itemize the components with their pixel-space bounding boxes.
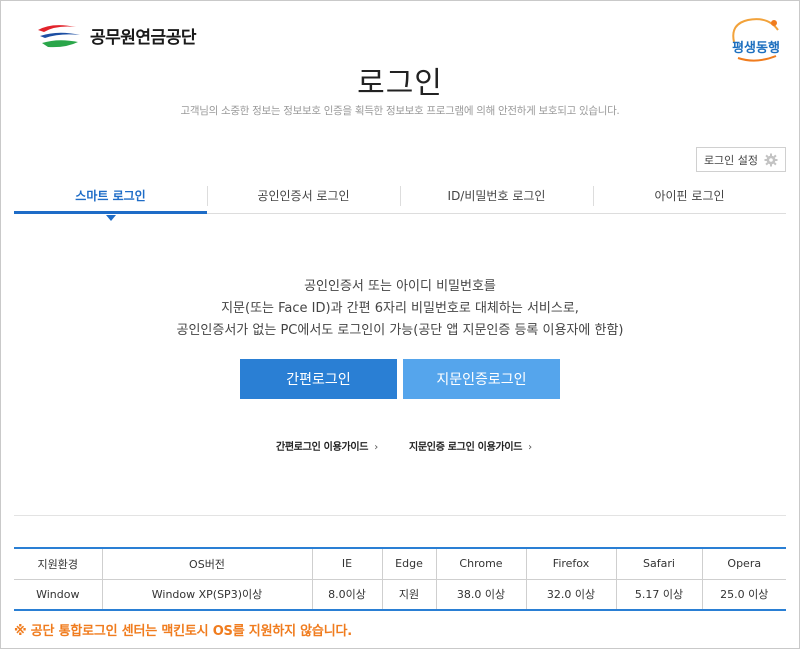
badge-text: 평생동행: [732, 40, 780, 56]
org-logo[interactable]: 공무원연금공단: [36, 21, 196, 49]
guide-label: 간편로그인 이용가이드: [276, 442, 369, 453]
org-emblem-icon: [38, 25, 80, 48]
tab-id-password-login[interactable]: ID/비밀번호 로그인: [400, 182, 593, 213]
table-header-cell: Firefox: [525, 547, 617, 580]
table-cell: 32.0 이상: [525, 578, 617, 611]
chevron-right-icon: ›: [528, 442, 532, 453]
tab-ipin-login[interactable]: 아이핀 로그인: [593, 182, 786, 213]
fingerprint-login-guide-link[interactable]: 지문인증 로그인 이용가이드 ›: [409, 438, 532, 453]
table-cell: 25.0 이상: [701, 578, 786, 611]
table-row: Window Window XP(SP3)이상 8.0이상 지원 38.0 이상…: [14, 578, 786, 611]
tab-smart-login[interactable]: 스마트 로그인: [14, 182, 207, 221]
table-header-row: 지원환경 OS버전 IE Edge Chrome Firefox Safari …: [14, 547, 786, 580]
section-divider: [14, 515, 786, 516]
login-settings-label: 로그인 설정: [703, 153, 759, 167]
login-tabs: 스마트 로그인 공인인증서 로그인 ID/비밀번호 로그인 아이핀 로그인: [14, 182, 786, 221]
table-cell: 5.17 이상: [615, 578, 703, 611]
intro-line: 공인인증서가 없는 PC에서도 로그인이 가능(공단 앱 지문인증 등록 이용자…: [176, 323, 624, 338]
fingerprint-login-button[interactable]: 지문인증로그인: [403, 359, 560, 399]
login-settings-button[interactable]: 로그인 설정: [696, 147, 786, 172]
tab-label: 아이핀 로그인: [654, 189, 725, 203]
tab-label: 스마트 로그인: [75, 189, 146, 203]
tab-label: ID/비밀번호 로그인: [447, 189, 546, 203]
intro-line: 공인인증서 또는 아이디 비밀번호를: [304, 279, 496, 294]
table-cell: 지원: [381, 578, 437, 611]
org-name: 공무원연금공단: [90, 27, 196, 48]
table-cell: Window XP(SP3)이상: [101, 578, 313, 611]
chevron-right-icon: ›: [374, 442, 378, 453]
smart-login-intro: 공인인증서 또는 아이디 비밀번호를 지문(또는 Face ID)과 간편 6자…: [0, 276, 800, 342]
gear-icon: [764, 153, 778, 166]
mac-os-notice: ※ 공단 통합로그인 센터는 맥킨토시 OS를 지원하지 않습니다.: [14, 624, 352, 639]
tab-label: 공인인증서 로그인: [257, 189, 350, 203]
lifetime-companion-badge: 평생동행: [732, 18, 780, 62]
table-cell: 38.0 이상: [435, 578, 527, 611]
table-cell: Window: [14, 578, 103, 611]
active-tab-arrow-icon: [105, 215, 116, 221]
guide-label: 지문인증 로그인 이용가이드: [409, 442, 523, 453]
easy-login-guide-link[interactable]: 간편로그인 이용가이드 ›: [276, 438, 378, 453]
table-cell: 8.0이상: [311, 578, 383, 611]
table-header-cell: Edge: [381, 547, 437, 580]
easy-login-button[interactable]: 간편로그인: [240, 359, 397, 399]
supported-environment-table: 지원환경 OS버전 IE Edge Chrome Firefox Safari …: [14, 547, 786, 611]
page-title: 로그인: [357, 66, 443, 101]
intro-line: 지문(또는 Face ID)과 간편 6자리 비밀번호로 대체하는 서비스로,: [221, 301, 579, 316]
page-description: 고객님의 소중한 정보는 정보보호 인증을 획득한 정보보호 프로그램에 의해 …: [180, 105, 620, 117]
table-header-cell: Chrome: [435, 547, 527, 580]
table-header-cell: Opera: [701, 547, 786, 580]
table-header-cell: OS버전: [101, 547, 313, 580]
table-header-cell: IE: [311, 547, 383, 580]
table-header-cell: 지원환경: [14, 547, 103, 580]
table-header-cell: Safari: [615, 547, 703, 580]
tab-certificate-login[interactable]: 공인인증서 로그인: [207, 182, 400, 213]
